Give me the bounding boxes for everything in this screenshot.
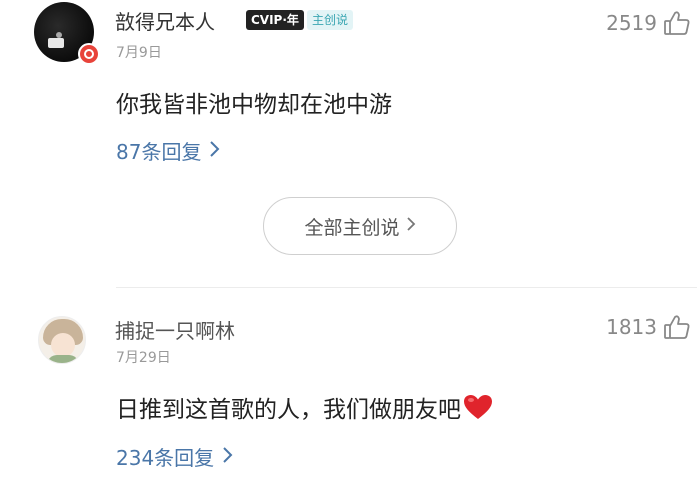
like-button[interactable]: 1813: [606, 310, 691, 344]
chevron-right-icon: [209, 139, 221, 163]
avatar-detail: [51, 333, 75, 357]
comment-date: 7月29日: [116, 350, 171, 366]
comment-item: 敨得兄本人 CVIP·年 主创说 7月9日 2519 你我皆非池中物却在池中游 …: [0, 0, 697, 288]
vip-badge[interactable]: CVIP·年: [246, 10, 304, 30]
replies-link[interactable]: 234条回复: [116, 442, 234, 471]
heart-icon: [463, 394, 493, 426]
comment-date: 7月9日: [116, 45, 162, 61]
thumbs-up-icon[interactable]: [663, 313, 691, 341]
red-ring-badge-icon: [78, 43, 100, 65]
avatar-detail: [47, 355, 79, 363]
replies-label: 87条回复: [116, 140, 202, 164]
comment-text: 你我皆非池中物却在池中游: [116, 92, 392, 118]
creator-badge[interactable]: 主创说: [307, 10, 354, 30]
comment-text-content: 日推到这首歌的人，我们做朋友吧: [116, 397, 461, 423]
avatar[interactable]: [38, 316, 86, 364]
comment-item: 捕捉一只啊林 7月29日 1813 日推到这首歌的人，我们做朋友吧 234条回复: [0, 300, 697, 488]
all-creator-comments-button[interactable]: 全部主创说: [263, 197, 457, 255]
all-creator-label: 全部主创说: [304, 216, 400, 239]
username[interactable]: 敨得兄本人: [115, 6, 215, 35]
divider: [116, 287, 697, 288]
replies-link[interactable]: 87条回复: [116, 136, 221, 165]
like-count: 2519: [606, 11, 657, 35]
username[interactable]: 捕捉一只啊林: [115, 315, 235, 344]
thumbs-up-icon[interactable]: [663, 9, 691, 37]
chevron-right-icon: [406, 215, 416, 237]
comment-text: 日推到这首歌的人，我们做朋友吧: [116, 390, 493, 426]
replies-label: 234条回复: [116, 446, 215, 470]
like-button[interactable]: 2519: [606, 6, 691, 40]
chevron-right-icon: [222, 445, 234, 469]
like-count: 1813: [606, 315, 657, 339]
avatar-detail: [48, 38, 64, 48]
